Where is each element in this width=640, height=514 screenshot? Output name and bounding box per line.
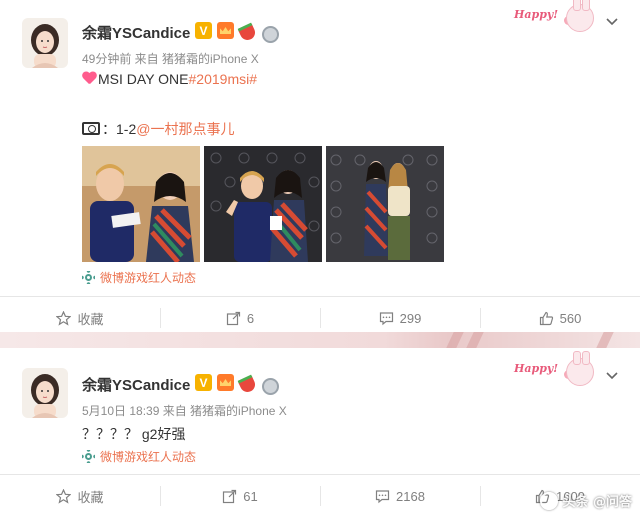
post-source-label: 微博游戏红人动态 [100, 450, 197, 464]
star-icon [56, 488, 72, 504]
photo-thumbnail[interactable] [326, 146, 444, 262]
melon-badge-icon[interactable] [239, 374, 256, 391]
heart-emoji-icon [82, 72, 97, 85]
mention-link[interactable]: @一村那点事儿 [136, 121, 234, 137]
repost-icon [223, 489, 237, 503]
bunny-icon [566, 0, 594, 32]
badge-row: V [195, 374, 279, 395]
repost-icon [226, 311, 240, 325]
post-text-plain: MSI DAY ONE [98, 71, 189, 87]
comment-count: 2168 [396, 488, 425, 504]
decoration-happy-text: Happy! [514, 8, 559, 21]
crown-badge-icon[interactable] [217, 374, 234, 391]
repost-button[interactable]: 61 [160, 475, 320, 514]
badge-row: V [195, 22, 279, 43]
comment-icon [379, 311, 393, 325]
comment-button[interactable]: 2168 [320, 475, 480, 514]
card-decoration: Happy! [514, 351, 594, 388]
post-text-plain: ：1-2 [102, 121, 137, 137]
chevron-down-icon[interactable] [606, 18, 618, 26]
repost-count: 61 [243, 488, 258, 504]
app-gear-icon [82, 271, 95, 284]
post-text-line-1: ？？？？ g2好强 [82, 426, 186, 442]
photo-thumbnail[interactable] [82, 146, 200, 262]
photo-grid [82, 146, 444, 262]
star-icon [56, 310, 72, 326]
chevron-down-icon[interactable] [606, 372, 618, 380]
comment-count: 299 [399, 310, 422, 326]
like-icon [539, 311, 553, 325]
watermark-text: 头条 @问答 [562, 495, 632, 510]
weibo-post-1: 余霜YSCandice V Happy! 49分钟前 来自 猪猪霜的iPhone… [0, 0, 640, 332]
card-decoration: Happy! [514, 0, 594, 34]
verified-badge-icon[interactable]: V [195, 374, 212, 391]
repost-count: 6 [246, 310, 255, 326]
post-text-line-1: MSI DAY ONE#2019msi# [82, 71, 257, 87]
app-gear-icon [82, 450, 95, 463]
crown-badge-icon[interactable] [217, 22, 234, 39]
post-meta: 5月10日 18:39 来自 猪猪霜的iPhone X [82, 404, 287, 418]
hashtag-link[interactable]: #2019msi# [189, 71, 258, 87]
avatar[interactable] [22, 368, 68, 418]
username[interactable]: 余霜YSCandice [82, 374, 190, 395]
melon-badge-icon[interactable] [239, 22, 256, 39]
favorite-label: 收藏 [77, 489, 104, 505]
decoration-happy-text: Happy! [514, 362, 559, 375]
photo-thumbnail[interactable] [204, 146, 322, 262]
favorite-button[interactable]: 收藏 [0, 475, 160, 514]
favorite-label: 收藏 [77, 311, 104, 327]
post-text-line-2: ：1-2@一村那点事儿 [82, 119, 234, 139]
medal-badge-icon[interactable] [261, 22, 279, 43]
post-source[interactable]: 微博游戏红人动态 [82, 448, 196, 465]
medal-badge-icon[interactable] [261, 374, 279, 395]
post-source[interactable]: 微博游戏红人动态 [82, 269, 196, 286]
card-separator [0, 332, 640, 348]
camera-icon [82, 122, 100, 135]
verified-badge-icon[interactable]: V [195, 22, 212, 39]
like-count: 560 [559, 310, 582, 326]
watermark-logo-icon [540, 491, 559, 510]
post-meta: 49分钟前 来自 猪猪霜的iPhone X [82, 52, 259, 66]
avatar[interactable] [22, 18, 68, 68]
username[interactable]: 余霜YSCandice [82, 22, 190, 43]
watermark: 头条 @问答 [540, 491, 632, 510]
post-source-label: 微博游戏红人动态 [100, 271, 197, 285]
weibo-post-2: 余霜YSCandice V Happy! 5月10日 18:39 来自 猪猪霜的… [0, 348, 640, 514]
bunny-icon [566, 351, 594, 386]
comment-icon [375, 489, 390, 503]
